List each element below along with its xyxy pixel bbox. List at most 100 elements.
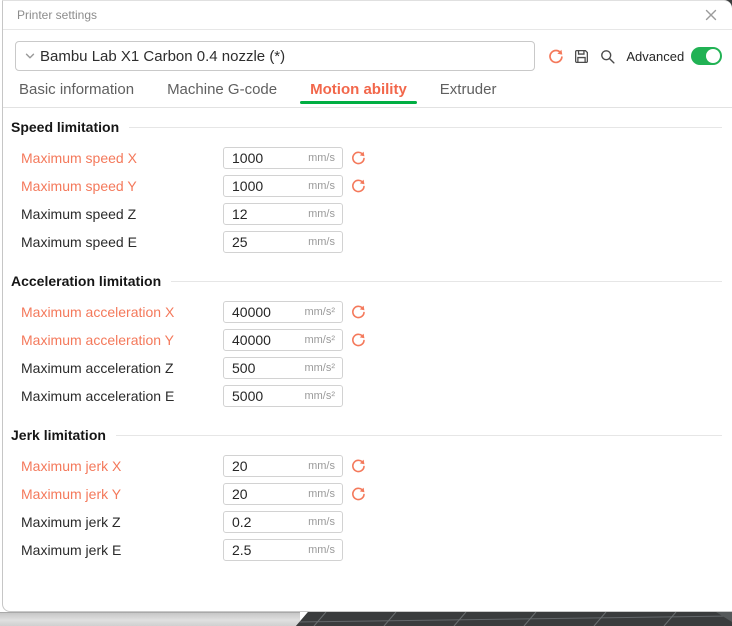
value-input[interactable]: [224, 150, 302, 166]
build-plate-grid: [296, 612, 732, 626]
toggle-knob: [706, 49, 720, 63]
setting-row: Maximum speed Z mm/s: [3, 200, 732, 228]
titlebar: Printer settings: [3, 1, 732, 30]
value-input[interactable]: [224, 332, 302, 348]
printer-preset-select[interactable]: Bambu Lab X1 Carbon 0.4 nozzle (*): [15, 41, 535, 71]
value-input[interactable]: [224, 178, 302, 194]
undo-icon[interactable]: [547, 48, 564, 65]
settings-section: Speed limitation Maximum speed X mm/s Ma…: [3, 118, 732, 256]
value-box: mm/s: [223, 483, 343, 505]
value-input[interactable]: [224, 234, 302, 250]
settings-content: Speed limitation Maximum speed X mm/s Ma…: [3, 118, 732, 564]
setting-row: Maximum speed E mm/s: [3, 228, 732, 256]
setting-label: Maximum speed E: [21, 234, 223, 250]
setting-label: Maximum acceleration Y: [21, 332, 223, 348]
value-input[interactable]: [224, 486, 302, 502]
value-box: mm/s²: [223, 357, 343, 379]
value-input[interactable]: [224, 388, 302, 404]
setting-label: Maximum acceleration Z: [21, 360, 223, 376]
dialog-title: Printer settings: [17, 8, 702, 22]
setting-row: Maximum jerk Y mm/s: [3, 480, 732, 508]
setting-label: Maximum speed X: [21, 150, 223, 166]
close-icon[interactable]: [702, 6, 720, 24]
unit-label: mm/s²: [304, 334, 342, 346]
unit-label: mm/s²: [304, 306, 342, 318]
value-box: mm/s²: [223, 329, 343, 351]
row-undo-icon[interactable]: [350, 150, 366, 166]
printer-settings-dialog: Printer settings Bambu Lab X1 Carbon 0.4…: [2, 0, 732, 612]
setting-label: Maximum jerk Z: [21, 514, 223, 530]
value-box: mm/s: [223, 511, 343, 533]
value-input[interactable]: [224, 304, 302, 320]
section-title: Speed limitation: [11, 119, 119, 135]
section-divider: [171, 281, 722, 282]
row-undo-icon[interactable]: [350, 332, 366, 348]
setting-row: Maximum speed Y mm/s: [3, 172, 732, 200]
unit-label: mm/s²: [304, 362, 342, 374]
section-divider: [129, 127, 722, 128]
value-box: mm/s: [223, 539, 343, 561]
setting-row: Maximum jerk E mm/s: [3, 536, 732, 564]
value-box: mm/s²: [223, 301, 343, 323]
row-undo-icon[interactable]: [350, 304, 366, 320]
row-undo-icon[interactable]: [350, 486, 366, 502]
unit-label: mm/s: [308, 544, 342, 556]
setting-row: Maximum acceleration Z mm/s²: [3, 354, 732, 382]
unit-label: mm/s: [308, 236, 342, 248]
section-header: Speed limitation: [11, 118, 722, 136]
unit-label: mm/s: [308, 208, 342, 220]
search-icon[interactable]: [599, 48, 616, 65]
setting-label: Maximum acceleration E: [21, 388, 223, 404]
advanced-label: Advanced: [626, 49, 684, 64]
unit-label: mm/s²: [304, 390, 342, 402]
section-divider: [116, 435, 722, 436]
viewport-strip: [0, 612, 732, 626]
unit-label: mm/s: [308, 516, 342, 528]
preset-row: Bambu Lab X1 Carbon 0.4 nozzle (*) Advan…: [3, 30, 732, 80]
advanced-toggle[interactable]: [691, 47, 722, 65]
section-header: Jerk limitation: [11, 426, 722, 444]
build-plate-edge: [0, 612, 300, 626]
value-input[interactable]: [224, 458, 302, 474]
setting-label: Maximum acceleration X: [21, 304, 223, 320]
value-box: mm/s: [223, 203, 343, 225]
value-box: mm/s: [223, 175, 343, 197]
value-input[interactable]: [224, 542, 302, 558]
unit-label: mm/s: [308, 488, 342, 500]
setting-label: Maximum speed Y: [21, 178, 223, 194]
tabbar: Basic information Machine G-code Motion …: [3, 80, 732, 108]
tab-machine-gcode[interactable]: Machine G-code: [157, 81, 287, 107]
unit-label: mm/s: [308, 180, 342, 192]
value-input[interactable]: [224, 360, 302, 376]
setting-label: Maximum jerk E: [21, 542, 223, 558]
setting-label: Maximum speed Z: [21, 206, 223, 222]
setting-label: Maximum jerk Y: [21, 486, 223, 502]
unit-label: mm/s: [308, 460, 342, 472]
value-box: mm/s²: [223, 385, 343, 407]
settings-section: Acceleration limitation Maximum accelera…: [3, 272, 732, 410]
setting-row: Maximum acceleration Y mm/s²: [3, 326, 732, 354]
setting-row: Maximum speed X mm/s: [3, 144, 732, 172]
settings-section: Jerk limitation Maximum jerk X mm/s Maxi…: [3, 426, 732, 564]
unit-label: mm/s: [308, 152, 342, 164]
setting-row: Maximum jerk Z mm/s: [3, 508, 732, 536]
tab-basic-information[interactable]: Basic information: [9, 81, 144, 107]
value-box: mm/s: [223, 455, 343, 477]
value-box: mm/s: [223, 147, 343, 169]
section-title: Jerk limitation: [11, 427, 106, 443]
row-undo-icon[interactable]: [350, 178, 366, 194]
value-input[interactable]: [224, 514, 302, 530]
setting-row: Maximum jerk X mm/s: [3, 452, 732, 480]
setting-label: Maximum jerk X: [21, 458, 223, 474]
tab-extruder[interactable]: Extruder: [430, 81, 507, 107]
tab-motion-ability[interactable]: Motion ability: [300, 81, 417, 107]
chevron-down-icon: [22, 48, 38, 64]
value-box: mm/s: [223, 231, 343, 253]
setting-row: Maximum acceleration X mm/s²: [3, 298, 732, 326]
preset-value: Bambu Lab X1 Carbon 0.4 nozzle (*): [40, 48, 285, 65]
row-undo-icon[interactable]: [350, 458, 366, 474]
section-header: Acceleration limitation: [11, 272, 722, 290]
save-icon[interactable]: [573, 48, 590, 65]
value-input[interactable]: [224, 206, 302, 222]
section-title: Acceleration limitation: [11, 273, 161, 289]
